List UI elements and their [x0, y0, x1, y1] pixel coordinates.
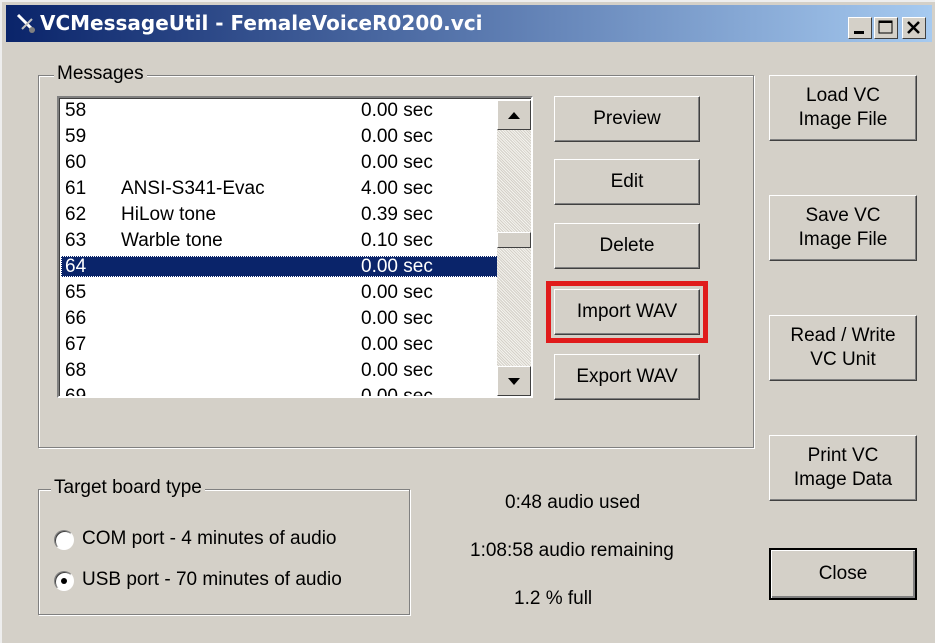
- close-button[interactable]: Close: [769, 548, 917, 600]
- message-duration: 0.00 sec: [361, 152, 433, 173]
- message-number: 62: [65, 204, 87, 225]
- message-duration: 0.00 sec: [361, 126, 433, 147]
- delete-button[interactable]: Delete: [554, 223, 700, 269]
- message-number: 63: [65, 230, 87, 251]
- title-bar: VCMessageUtil - FemaleVoiceR0200.vci: [6, 5, 932, 42]
- list-item[interactable]: 65 0.00 sec: [61, 282, 498, 303]
- maximize-icon: [878, 20, 893, 34]
- list-item[interactable]: 59 0.00 sec: [61, 126, 498, 147]
- message-number: 67: [65, 334, 87, 355]
- message-number: 64: [65, 256, 87, 277]
- messages-list[interactable]: 58 0.00 sec 59 0.00 sec 60 0.00 sec 61 ANSI-S34…: [57, 96, 533, 398]
- close-icon: [907, 21, 920, 34]
- com-port-radio[interactable]: [54, 530, 74, 550]
- minimize-icon: [854, 31, 864, 34]
- message-number: 68: [65, 360, 87, 381]
- list-item[interactable]: 63 Warble tone 0.10 sec: [61, 230, 498, 251]
- message-name: ANSI-S341-Evac: [121, 178, 265, 199]
- message-name: Warble tone: [121, 230, 223, 251]
- message-duration: 0.00 sec: [361, 282, 433, 303]
- arrow-down-icon: [508, 378, 520, 385]
- radio-dot: [61, 578, 67, 584]
- list-item[interactable]: 61 ANSI-S341-Evac 4.00 sec: [61, 178, 498, 199]
- message-duration: 0.00 sec: [361, 100, 433, 121]
- message-duration: 0.00 sec: [361, 334, 433, 355]
- messages-scrollbar[interactable]: [497, 100, 531, 396]
- message-duration: 0.10 sec: [361, 230, 433, 251]
- save-vc-image-button[interactable]: Save VC Image File: [769, 195, 917, 261]
- list-item[interactable]: 67 0.00 sec: [61, 334, 498, 355]
- usb-port-label[interactable]: USB port - 70 minutes of audio: [82, 569, 342, 591]
- message-number: 60: [65, 152, 87, 173]
- arrow-up-icon: [508, 112, 520, 119]
- load-vc-image-button[interactable]: Load VC Image File: [769, 75, 917, 141]
- message-duration: 0.00 sec: [361, 360, 433, 381]
- list-item[interactable]: 64 0.00 sec: [61, 256, 498, 277]
- edit-button[interactable]: Edit: [554, 159, 700, 205]
- list-item[interactable]: 60 0.00 sec: [61, 152, 498, 173]
- list-item[interactable]: 66 0.00 sec: [61, 308, 498, 329]
- scroll-thumb[interactable]: [497, 232, 531, 248]
- scroll-down-button[interactable]: [497, 366, 531, 396]
- print-vc-image-button[interactable]: Print VC Image Data: [769, 435, 917, 501]
- message-number: 69: [65, 386, 87, 398]
- window-title: VCMessageUtil - FemaleVoiceR0200.vci: [40, 11, 483, 35]
- list-item[interactable]: 58 0.00 sec: [61, 100, 498, 121]
- read-write-vc-unit-button[interactable]: Read / Write VC Unit: [769, 315, 917, 381]
- target-board-group-label: Target board type: [51, 477, 205, 499]
- app-icon: [16, 13, 36, 33]
- message-number: 65: [65, 282, 87, 303]
- list-item[interactable]: 69 0.00 sec: [61, 386, 498, 398]
- message-duration: 0.00 sec: [361, 386, 433, 398]
- usb-port-radio[interactable]: [54, 571, 74, 591]
- message-number: 58: [65, 100, 87, 121]
- audio-remaining-text: 1:08:58 audio remaining: [470, 540, 674, 561]
- list-item[interactable]: 62 HiLow tone 0.39 sec: [61, 204, 498, 225]
- message-name: HiLow tone: [121, 204, 217, 225]
- message-number: 59: [65, 126, 87, 147]
- target-board-group: [38, 489, 410, 615]
- app-window: VCMessageUtil - FemaleVoiceR0200.vci Mes…: [0, 0, 935, 643]
- message-duration: 0.39 sec: [361, 204, 433, 225]
- preview-button[interactable]: Preview: [554, 96, 700, 142]
- audio-used-text: 0:48 audio used: [505, 492, 641, 513]
- message-number: 61: [65, 178, 87, 199]
- scroll-up-button[interactable]: [497, 100, 531, 130]
- message-duration: 0.00 sec: [361, 256, 433, 277]
- com-port-label[interactable]: COM port - 4 minutes of audio: [82, 528, 337, 550]
- export-wav-button[interactable]: Export WAV: [554, 354, 700, 400]
- minimize-button[interactable]: [848, 17, 872, 39]
- message-number: 66: [65, 308, 87, 329]
- message-duration: 4.00 sec: [361, 178, 433, 199]
- messages-group-label: Messages: [54, 63, 147, 85]
- percent-full-text: 1.2 % full: [514, 588, 593, 609]
- list-item[interactable]: 68 0.00 sec: [61, 360, 498, 381]
- import-wav-button[interactable]: Import WAV: [546, 281, 708, 343]
- close-window-button[interactable]: [902, 17, 926, 39]
- maximize-button[interactable]: [874, 17, 898, 39]
- message-duration: 0.00 sec: [361, 308, 433, 329]
